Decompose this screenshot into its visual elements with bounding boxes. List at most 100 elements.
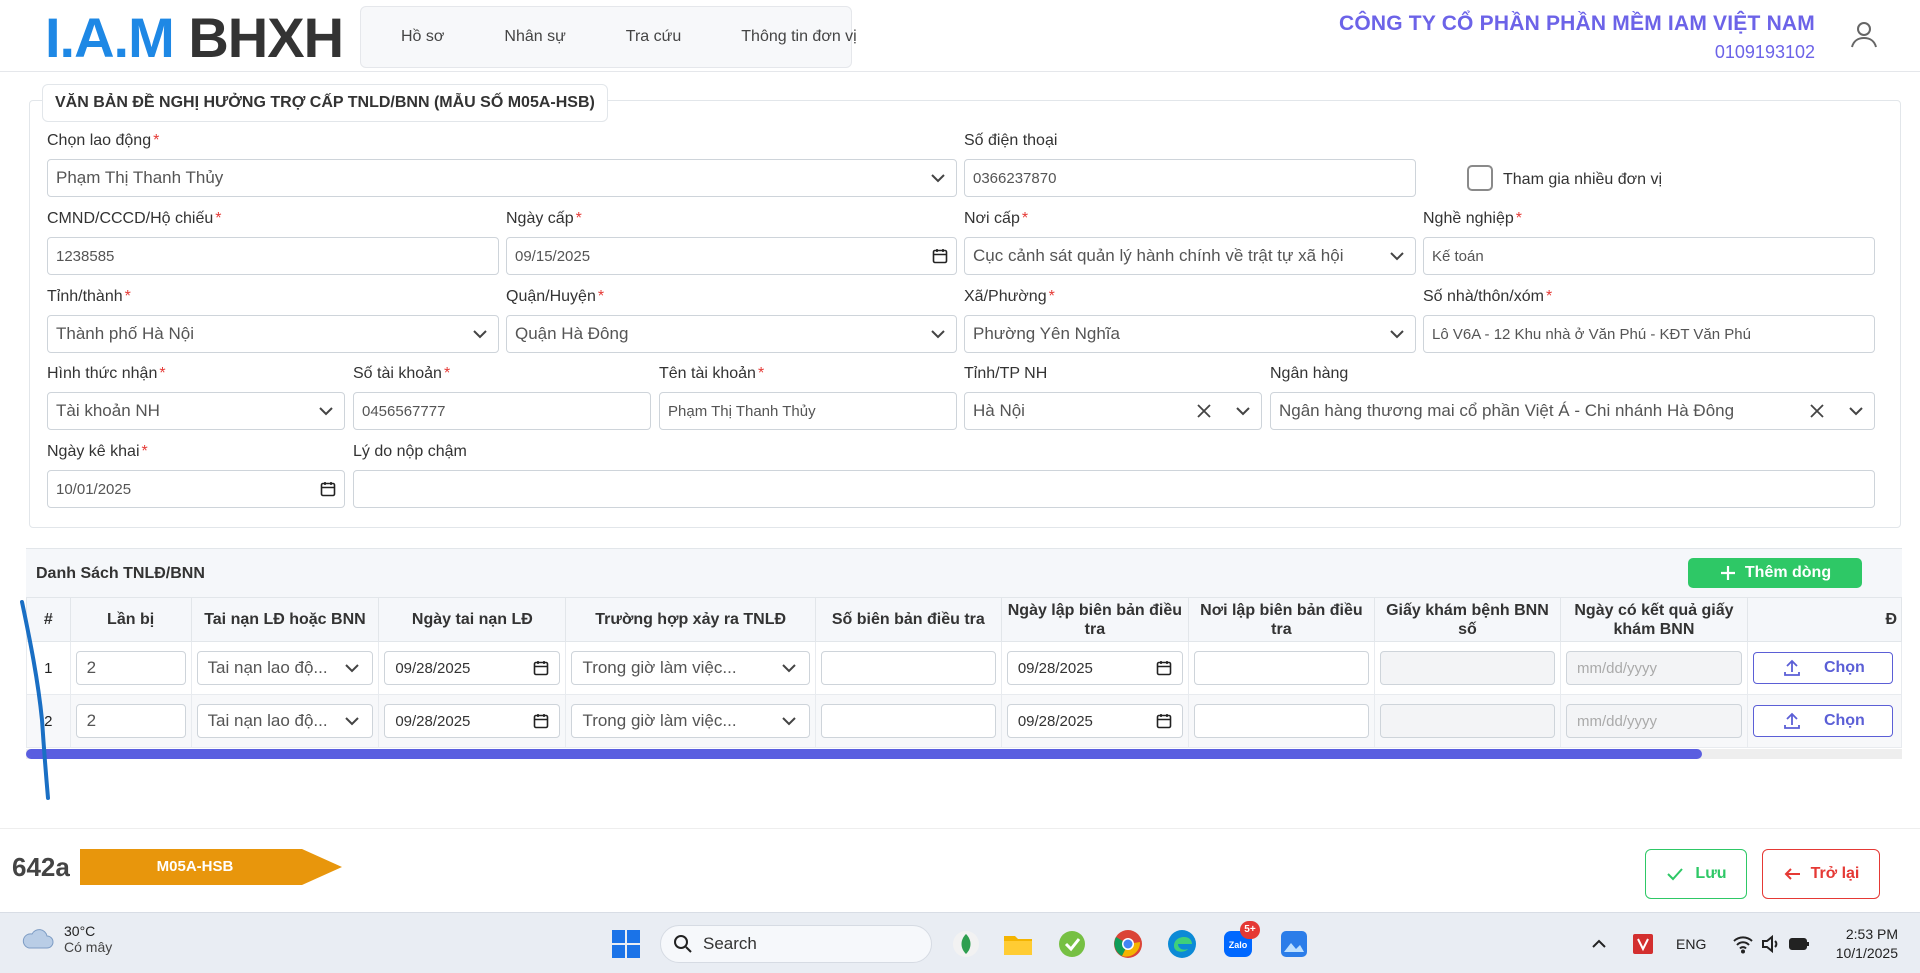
clear-icon[interactable] (1808, 402, 1826, 420)
col-header: Lần bị (69, 597, 192, 642)
photos-icon[interactable] (1278, 928, 1310, 960)
scrollbar-thumb[interactable] (26, 749, 1702, 759)
cert-no-input[interactable] (1379, 651, 1555, 685)
add-row-label: Thêm dòng (1744, 564, 1832, 581)
upload-icon (1784, 712, 1800, 729)
save-button[interactable]: Lưu (1645, 849, 1747, 899)
case-select[interactable]: Trong giờ làm việc... (571, 704, 810, 738)
calendar-icon[interactable] (533, 660, 549, 676)
times-input[interactable]: 2 (75, 651, 186, 685)
chevron-down-icon (473, 330, 487, 339)
accident-type-select[interactable]: Tai nạn lao độ... (196, 704, 374, 738)
label-phone: Số điện thoại (964, 132, 1058, 149)
search-icon (674, 935, 692, 953)
calendar-icon[interactable] (1156, 660, 1172, 676)
id-no-field[interactable]: 1238585 (47, 237, 499, 275)
label-district: Quận/Huyện * (506, 288, 605, 305)
phone-field[interactable]: 0366237870 (964, 159, 1416, 197)
report-place-input[interactable] (1193, 651, 1369, 685)
battery-icon[interactable] (1788, 933, 1810, 955)
label-issue-date: Ngày cấp * (506, 210, 582, 227)
accident-date-input[interactable]: 09/28/2025 (384, 704, 561, 738)
accident-type-select[interactable]: Tai nạn lao độ... (196, 651, 374, 685)
nav-ho-so[interactable]: Hồ sơ (361, 28, 464, 46)
app-logo[interactable]: I.A.M BHXH (45, 10, 344, 66)
bank-province-select[interactable]: Hà Nội (964, 392, 1262, 430)
report-no-input[interactable] (820, 651, 996, 685)
province-select[interactable]: Thành phố Hà Nội (47, 315, 499, 353)
windows-start-icon[interactable] (610, 928, 642, 960)
account-name-field[interactable]: Phạm Thị Thanh Thủy (659, 392, 957, 430)
label-late-reason: Lý do nộp chậm (353, 443, 467, 460)
receive-method-select[interactable]: Tài khoản NH (47, 392, 345, 430)
times-input[interactable]: 2 (75, 704, 186, 738)
result-date-input[interactable]: mm/dd/yyyy (1565, 651, 1742, 685)
green-app-icon[interactable] (1056, 928, 1088, 960)
file-explorer-icon[interactable] (1002, 928, 1034, 960)
employee-select[interactable]: Phạm Thị Thanh Thủy (47, 159, 957, 197)
issue-date-field[interactable]: 09/15/2025 (506, 237, 957, 275)
nav-thong-tin-don-vi[interactable]: Thông tin đơn vị (701, 28, 876, 46)
windows-taskbar: 30°C Có mây Search Zalo 5+ ENG 2:53 PM 1… (0, 912, 1920, 973)
address-field[interactable]: Lô V6A - 12 Khu nhà ở Văn Phú - KĐT Văn … (1423, 315, 1875, 353)
back-button[interactable]: Trở lại (1762, 849, 1880, 899)
result-date-input[interactable]: mm/dd/yyyy (1565, 704, 1742, 738)
notification-badge: 5+ (1240, 921, 1260, 939)
calendar-icon[interactable] (533, 713, 549, 729)
row-number: 1 (26, 641, 71, 695)
label-account-no: Số tài khoản * (353, 365, 451, 382)
bank-select[interactable]: Ngân hàng thương mai cổ phần Việt Á - Ch… (1270, 392, 1875, 430)
add-row-button[interactable]: Thêm dòng (1688, 558, 1862, 588)
choose-file-button[interactable]: Chọn (1752, 705, 1893, 737)
wifi-icon[interactable] (1732, 933, 1754, 955)
case-select[interactable]: Trong giờ làm việc... (571, 651, 810, 685)
calendar-icon[interactable] (932, 248, 948, 264)
calendar-icon[interactable] (1156, 713, 1172, 729)
nav-tra-cuu[interactable]: Tra cứu (586, 28, 701, 46)
report-place-input[interactable] (1193, 704, 1369, 738)
label-occupation: Nghề nghiệp * (1423, 210, 1522, 227)
chrome-icon[interactable] (1112, 928, 1144, 960)
user-account-icon[interactable] (1848, 18, 1880, 50)
cert-no-input[interactable] (1379, 704, 1555, 738)
multi-unit-checkbox[interactable] (1467, 165, 1493, 191)
chevron-up-icon[interactable] (1590, 935, 1608, 953)
taskbar-search[interactable]: Search (660, 925, 932, 963)
arrow-left-icon (1784, 868, 1800, 880)
logo-part-2: BHXH (188, 6, 344, 69)
form-tag-label: M05A-HSB (156, 858, 234, 875)
report-date-input[interactable]: 09/28/2025 (1006, 704, 1183, 738)
record-code: 642a (12, 852, 70, 882)
declare-date-field[interactable]: 10/01/2025 (47, 470, 345, 508)
col-header: Số biên bản điều tra (814, 597, 1002, 642)
label-employee: Chọn lao động * (47, 132, 160, 149)
chevron-down-icon (782, 664, 796, 673)
late-reason-field[interactable] (353, 470, 1875, 508)
calendar-icon[interactable] (320, 481, 336, 497)
label-id-no: CMND/CCCD/Hộ chiếu * (47, 210, 222, 227)
occupation-field[interactable]: Kế toán (1423, 237, 1875, 275)
ward-select[interactable]: Phường Yên Nghĩa (964, 315, 1416, 353)
weather-desc: Có mây (64, 939, 113, 955)
company-name: CÔNG TY CỔ PHẦN PHẦN MỀM IAM VIỆT NAM (1338, 12, 1815, 35)
nav-nhan-su[interactable]: Nhân sự (464, 28, 585, 46)
account-no-field[interactable]: 0456567777 (353, 392, 651, 430)
leaf-app-icon[interactable] (950, 928, 982, 960)
weather-widget[interactable]: 30°C Có mây (20, 923, 112, 955)
issue-place-select[interactable]: Cục cảnh sát quản lý hành chính về trật … (964, 237, 1416, 275)
volume-icon[interactable] (1760, 933, 1782, 955)
app-tray-v-icon[interactable] (1632, 933, 1654, 955)
accident-date-input[interactable]: 09/28/2025 (384, 651, 561, 685)
edge-icon[interactable] (1166, 928, 1198, 960)
table-horizontal-scrollbar[interactable] (26, 749, 1902, 759)
taskbar-clock[interactable]: 2:53 PM 10/1/2025 (1836, 925, 1898, 963)
district-select[interactable]: Quận Hà Đông (506, 315, 957, 353)
clear-icon[interactable] (1195, 402, 1213, 420)
report-no-input[interactable] (820, 704, 996, 738)
report-date-input[interactable]: 09/28/2025 (1006, 651, 1183, 685)
choose-file-button[interactable]: Chọn (1752, 652, 1893, 684)
check-icon (1667, 868, 1684, 881)
table-row: 2 2 Tai nạn lao độ... 09/28/2025 Trong g… (26, 694, 1902, 748)
label-address: Số nhà/thôn/xóm * (1423, 288, 1553, 305)
language-indicator[interactable]: ENG (1676, 936, 1706, 952)
